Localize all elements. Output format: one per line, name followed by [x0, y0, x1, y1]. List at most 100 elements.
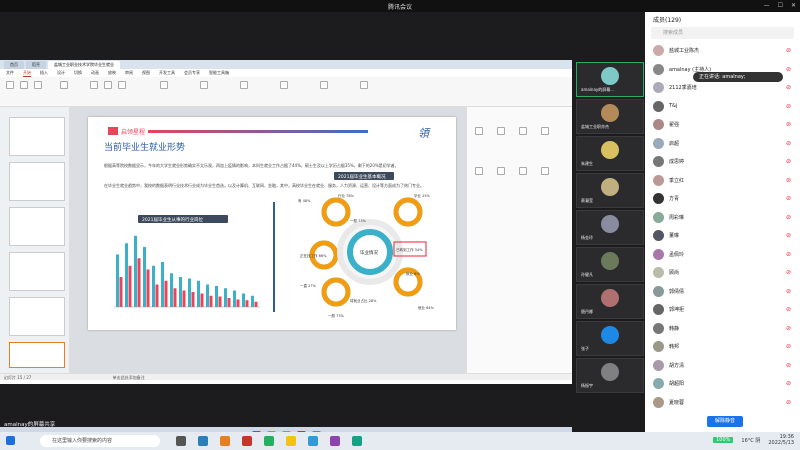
new-slide-icon[interactable] — [60, 81, 68, 89]
member-row[interactable]: 周彩琳 ⊘ — [653, 211, 793, 225]
windows-start-icon[interactable] — [6, 436, 15, 445]
slide-thumb[interactable] — [9, 117, 65, 156]
panel-option[interactable] — [475, 127, 483, 135]
menu-0[interactable]: 文件 — [6, 69, 14, 77]
mic-muted-icon[interactable]: ⊘ — [786, 288, 793, 295]
cut-icon[interactable] — [20, 81, 28, 89]
unmute-all-button[interactable]: 解除静音 — [707, 416, 743, 427]
panel-option[interactable] — [497, 167, 505, 175]
mic-muted-icon[interactable]: ⊘ — [786, 140, 793, 147]
member-row[interactable]: 韩静 ⊘ — [653, 322, 793, 336]
member-row[interactable]: 启超 ⊘ — [653, 137, 793, 151]
app-icon[interactable] — [330, 436, 340, 446]
format-painter-icon[interactable] — [34, 81, 42, 89]
member-row[interactable]: 郭倩倩 ⊘ — [653, 285, 793, 299]
mic-muted-icon[interactable]: ⊘ — [786, 362, 793, 369]
slide-thumb[interactable] — [9, 207, 65, 246]
arrange-icon[interactable] — [240, 81, 248, 89]
maximize-icon[interactable]: ☐ — [778, 2, 783, 9]
mic-muted-icon[interactable]: ⊘ — [786, 251, 793, 258]
menu-10[interactable]: 会员专享 — [184, 69, 200, 77]
mic-muted-icon[interactable]: ⊘ — [786, 66, 793, 73]
tab-home[interactable]: 首页 — [4, 61, 24, 69]
mic-muted-icon[interactable]: ⊘ — [786, 325, 793, 332]
video-tile[interactable]: 朱建生 — [576, 136, 644, 171]
mic-muted-icon[interactable]: ⊘ — [786, 232, 793, 239]
menu-8[interactable]: 视图 — [142, 69, 150, 77]
align-icon[interactable] — [160, 81, 168, 89]
mic-muted-icon[interactable]: ⊘ — [786, 214, 793, 221]
video-tile[interactable]: 杨金玲 — [576, 210, 644, 245]
select-icon[interactable] — [360, 81, 368, 89]
panel-option[interactable] — [541, 127, 549, 135]
mic-muted-icon[interactable]: ⊘ — [786, 121, 793, 128]
video-tile[interactable]: 孙健凡 — [576, 247, 644, 282]
panel-option[interactable] — [519, 127, 527, 135]
member-row[interactable]: 韩邦 ⊘ — [653, 340, 793, 354]
mic-muted-icon[interactable]: ⊘ — [786, 380, 793, 387]
member-row[interactable]: 董琳 ⊘ — [653, 229, 793, 243]
bold-icon[interactable] — [104, 81, 112, 89]
slide-thumb[interactable] — [9, 297, 65, 336]
member-row[interactable]: 方青 ⊘ — [653, 192, 793, 206]
menu-5[interactable]: 动画 — [91, 69, 99, 77]
panel-option[interactable] — [519, 167, 527, 175]
member-row[interactable]: 季立红 ⊘ — [653, 174, 793, 188]
member-row[interactable]: 胡超阳 ⊘ — [653, 377, 793, 391]
panel-option[interactable] — [497, 127, 505, 135]
close-icon[interactable]: ✕ — [791, 2, 796, 9]
member-row[interactable]: 孟佩玲 ⊘ — [653, 248, 793, 262]
mic-muted-icon[interactable]: ⊘ — [786, 343, 793, 350]
mic-muted-icon[interactable]: ⊘ — [786, 84, 793, 91]
video-tile[interactable]: amalnay的屏幕... — [576, 62, 644, 97]
member-row[interactable]: 顾尚 ⊘ — [653, 266, 793, 280]
member-row[interactable]: 盐城工业陈杰 ⊘ — [653, 44, 793, 58]
member-row[interactable]: 夏晓蓉 ⊘ — [653, 396, 793, 410]
chrome-icon[interactable] — [286, 436, 296, 446]
menu-2[interactable]: 插入 — [40, 69, 48, 77]
mic-muted-icon[interactable]: ⊘ — [786, 195, 793, 202]
slide-thumb[interactable] — [9, 162, 65, 201]
menu-11[interactable]: 智能工具箱 — [209, 69, 229, 77]
file-explorer-icon[interactable] — [220, 436, 230, 446]
mic-muted-icon[interactable]: ⊘ — [786, 103, 793, 110]
menu-7[interactable]: 审阅 — [125, 69, 133, 77]
tab-docer[interactable]: 稻壳 — [26, 61, 46, 69]
app-icon[interactable] — [264, 436, 274, 446]
replace-icon[interactable] — [320, 81, 328, 89]
menu-3[interactable]: 设计 — [57, 69, 65, 77]
shape-icon[interactable] — [200, 81, 208, 89]
taskbar-search-input[interactable]: 在这里输入你要搜索的内容 — [40, 435, 160, 447]
task-view-icon[interactable] — [176, 436, 186, 446]
mic-muted-icon[interactable]: ⊘ — [786, 306, 793, 313]
menu-1[interactable]: 开始 — [23, 69, 31, 77]
notes-hint[interactable]: 单击此处添加备注 — [33, 375, 145, 380]
textbox-icon[interactable] — [280, 81, 288, 89]
battery-indicator[interactable]: 100% — [713, 437, 734, 443]
mic-muted-icon[interactable]: ⊘ — [786, 399, 793, 406]
mic-muted-icon[interactable]: ⊘ — [786, 47, 793, 54]
video-tile[interactable]: 张子 — [576, 321, 644, 356]
member-row[interactable]: 胡方清 ⊘ — [653, 359, 793, 373]
clock[interactable]: 19:36 2022/5/13 — [768, 434, 794, 446]
member-row[interactable]: 郭坤拒 ⊘ — [653, 303, 793, 317]
menu-6[interactable]: 放映 — [108, 69, 116, 77]
member-row[interactable]: 翟强 ⊘ — [653, 118, 793, 132]
slide-thumb[interactable] — [9, 252, 65, 291]
member-search-input[interactable]: 搜索成员 — [651, 27, 794, 39]
font-icon[interactable] — [90, 81, 98, 89]
tab-document[interactable]: 盐城工业职业技术学院毕业生就业 — [48, 61, 120, 69]
video-tile[interactable]: 聂丹娜 — [576, 284, 644, 319]
video-tile[interactable]: 杨振宇 — [576, 358, 644, 393]
menu-9[interactable]: 开发工具 — [159, 69, 175, 77]
app-icon[interactable] — [308, 436, 318, 446]
mic-muted-icon[interactable]: ⊘ — [786, 269, 793, 276]
weather[interactable]: 16°C 阴 — [741, 437, 760, 444]
video-tile[interactable]: 蔡凝莹 — [576, 173, 644, 208]
menu-4[interactable]: 切换 — [74, 69, 82, 77]
member-row[interactable]: T&j ⊘ — [653, 100, 793, 114]
mic-muted-icon[interactable]: ⊘ — [786, 158, 793, 165]
paste-icon[interactable] — [6, 81, 14, 89]
member-row[interactable]: 2112季嘉培 ⊘ — [653, 81, 793, 95]
minimize-icon[interactable]: — — [764, 2, 770, 9]
